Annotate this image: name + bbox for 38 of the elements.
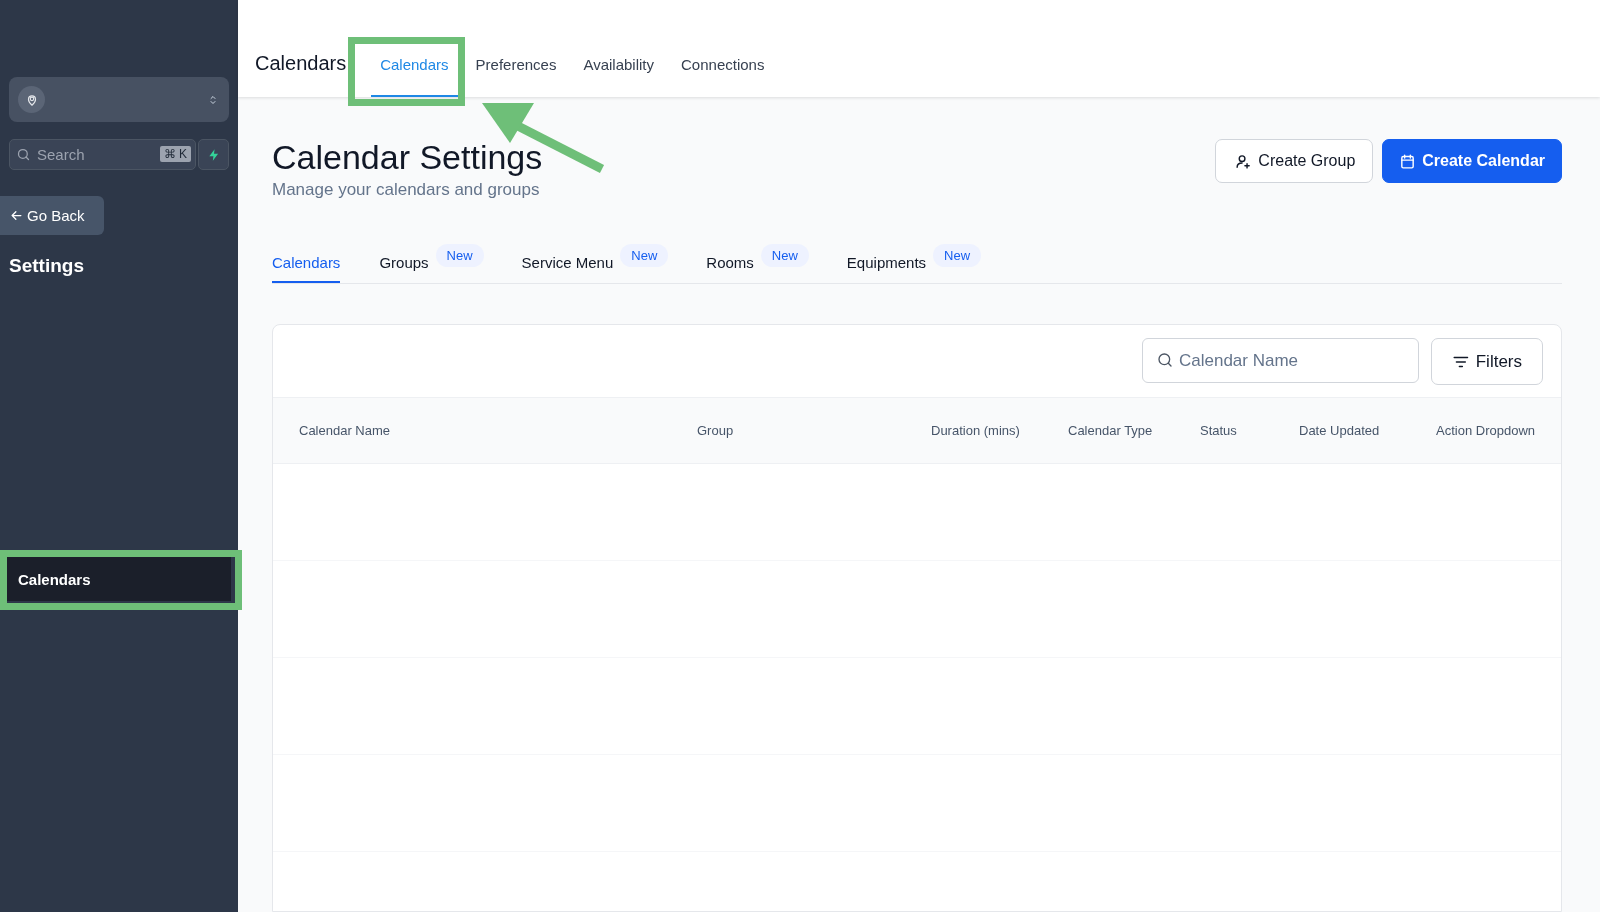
filters-button[interactable]: Filters xyxy=(1431,338,1543,386)
nav-tab[interactable]: Connections xyxy=(681,56,765,97)
nav-tab[interactable]: Preferences xyxy=(475,56,557,97)
column-header: Status xyxy=(1200,421,1238,440)
arrow-left-icon xyxy=(9,208,24,223)
create-group-button[interactable]: Create Group xyxy=(1215,139,1374,183)
search-icon xyxy=(1157,352,1173,369)
search-icon xyxy=(16,147,31,162)
column-header: Calendar Name xyxy=(299,421,392,440)
calendar-icon xyxy=(1399,152,1417,170)
section-tab[interactable]: Rooms xyxy=(706,244,754,284)
section-tab[interactable]: Calendars xyxy=(272,244,341,284)
column-header: Group xyxy=(697,421,735,440)
create-calendar-button[interactable]: Create Calendar xyxy=(1382,139,1562,183)
column-header: Date Updated xyxy=(1299,421,1381,440)
column-header: Action Dropdown xyxy=(1436,421,1536,440)
section-tab[interactable]: Equipments xyxy=(846,244,927,284)
page-subtitle: Manage your calendars and groups xyxy=(272,180,541,201)
go-back-button[interactable]: Go Back xyxy=(0,196,104,235)
user-plus-icon xyxy=(1235,152,1253,170)
new-badge: New xyxy=(933,244,982,268)
location-switcher[interactable] xyxy=(9,77,229,122)
sidebar-item[interactable]: Calendars xyxy=(7,557,231,601)
column-header: Calendar Type xyxy=(1068,421,1154,440)
new-badge: New xyxy=(760,244,809,268)
quick-action-button[interactable] xyxy=(198,139,229,170)
section-tab[interactable]: Service Menu xyxy=(521,244,614,284)
page-title: Calendars xyxy=(255,52,347,76)
nav-tab[interactable]: Calendars xyxy=(371,56,458,97)
shortcut-key: ⌘ K xyxy=(159,146,191,162)
location-pin-icon xyxy=(18,86,45,113)
section-title: Settings xyxy=(9,255,85,277)
nav-tab[interactable]: Availability xyxy=(583,56,654,97)
section-tab[interactable]: Groups xyxy=(379,244,429,284)
page-heading: Calendar Settings xyxy=(272,139,543,177)
new-badge: New xyxy=(620,244,669,268)
new-badge: New xyxy=(435,244,484,268)
column-header: Duration (mins) xyxy=(931,421,1021,440)
